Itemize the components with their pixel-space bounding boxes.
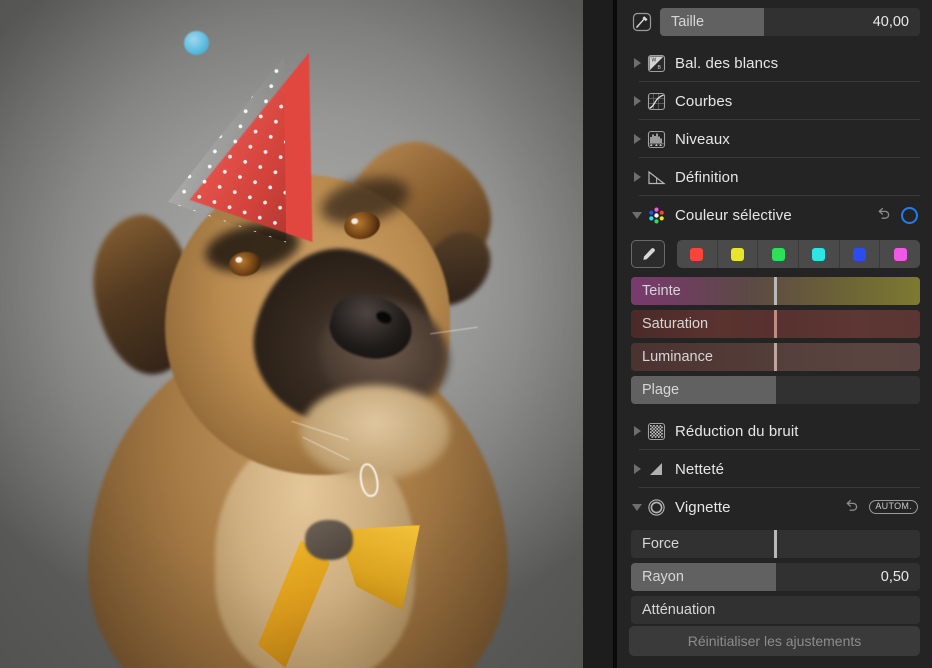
section-header-actions: AUTOM. [844, 498, 918, 516]
rayon-value: 0,50 [880, 569, 909, 585]
curves-icon [645, 92, 667, 111]
brush-icon[interactable] [631, 12, 653, 32]
selective-color-icon [645, 206, 667, 225]
section-label: Netteté [675, 460, 725, 478]
eye-highlight [234, 256, 243, 264]
editor-window: Taille 40,00 W B Bal. des blancs Courbes… [0, 0, 932, 668]
selective-color-toggle[interactable] [901, 206, 918, 224]
viewer-gutter [583, 0, 613, 668]
brush-size-slider[interactable]: Taille 40,00 [660, 8, 920, 36]
undo-icon[interactable] [844, 498, 859, 516]
eyedropper-icon[interactable] [631, 240, 665, 268]
dog-chin [300, 385, 450, 480]
section-label: Définition [675, 168, 739, 186]
saturation-label: Saturation [642, 316, 709, 332]
auto-badge[interactable]: AUTOM. [869, 500, 918, 514]
section-reduction-du-bruit[interactable]: Réduction du bruit [629, 412, 920, 450]
section-courbes[interactable]: Courbes [629, 82, 920, 120]
section-nettete[interactable]: Netteté [629, 450, 920, 488]
swatch-cyan[interactable] [799, 240, 840, 268]
color-picker-row [631, 240, 920, 268]
party-hat-pompom [184, 31, 209, 55]
chevron-right-icon[interactable] [629, 82, 645, 120]
luminance-label: Luminance [642, 349, 713, 365]
white-balance-icon: W B [645, 54, 667, 73]
undo-icon[interactable] [876, 206, 891, 224]
collar-knot [305, 520, 353, 560]
section-label: Couleur sélective [675, 206, 792, 224]
section-label: Niveaux [675, 130, 730, 148]
force-slider[interactable]: Force [631, 530, 920, 558]
swatch-yellow[interactable] [718, 240, 759, 268]
section-definition[interactable]: Définition [629, 158, 920, 196]
section-label: Bal. des blancs [675, 54, 779, 72]
swatch-red[interactable] [677, 240, 718, 268]
svg-text:W: W [651, 57, 656, 63]
chevron-right-icon[interactable] [629, 120, 645, 158]
brush-size-value: 40,00 [872, 14, 909, 30]
swatch-blue[interactable] [840, 240, 881, 268]
brush-size-row: Taille 40,00 [629, 0, 920, 44]
plage-slider[interactable]: Plage [631, 376, 920, 404]
plage-label: Plage [642, 382, 680, 398]
teinte-label: Teinte [642, 283, 681, 299]
chevron-right-icon[interactable] [629, 158, 645, 196]
chevron-right-icon[interactable] [629, 412, 645, 450]
teinte-slider[interactable]: Teinte [631, 277, 920, 305]
attenuation-slider[interactable]: Atténuation [631, 596, 920, 624]
slider-handle[interactable] [774, 277, 777, 305]
selective-color-controls: Teinte Saturation Luminance Plage [629, 240, 920, 404]
section-balance-des-blancs[interactable]: W B Bal. des blancs [629, 44, 920, 82]
levels-icon [645, 130, 667, 149]
section-label: Réduction du bruit [675, 422, 799, 440]
rayon-slider[interactable]: Rayon 0,50 [631, 563, 920, 591]
adjustments-inspector: Taille 40,00 W B Bal. des blancs Courbes… [617, 0, 932, 668]
section-label: Vignette [675, 498, 731, 516]
vignette-controls: Force Rayon 0,50 Atténuation [629, 530, 920, 624]
eye-highlight [350, 217, 359, 225]
chevron-right-icon[interactable] [629, 44, 645, 82]
luminance-slider[interactable]: Luminance [631, 343, 920, 371]
slider-handle[interactable] [774, 530, 777, 558]
section-header-actions [876, 206, 918, 224]
noise-icon [645, 422, 667, 441]
swatch-magenta[interactable] [880, 240, 920, 268]
section-label: Courbes [675, 92, 733, 110]
chevron-right-icon[interactable] [629, 450, 645, 488]
vignette-icon [645, 498, 667, 517]
photo-viewer[interactable] [0, 0, 583, 668]
definition-icon [645, 168, 667, 187]
chevron-down-icon[interactable] [629, 196, 645, 234]
section-couleur-selective[interactable]: Couleur sélective [629, 196, 920, 234]
reset-adjustments-button[interactable]: Réinitialiser les ajustements [629, 626, 920, 656]
attenuation-label: Atténuation [642, 602, 716, 618]
saturation-slider[interactable]: Saturation [631, 310, 920, 338]
section-niveaux[interactable]: Niveaux [629, 120, 920, 158]
sharpness-icon [645, 460, 667, 479]
rayon-label: Rayon [642, 569, 684, 585]
photo-image [0, 0, 583, 668]
slider-handle[interactable] [774, 310, 777, 338]
chevron-down-icon[interactable] [629, 488, 645, 526]
color-swatch-group[interactable] [677, 240, 920, 268]
swatch-green[interactable] [758, 240, 800, 268]
slider-handle[interactable] [774, 343, 777, 371]
section-vignette[interactable]: Vignette AUTOM. [629, 488, 920, 526]
force-label: Force [642, 536, 680, 552]
brush-size-label: Taille [671, 14, 705, 30]
